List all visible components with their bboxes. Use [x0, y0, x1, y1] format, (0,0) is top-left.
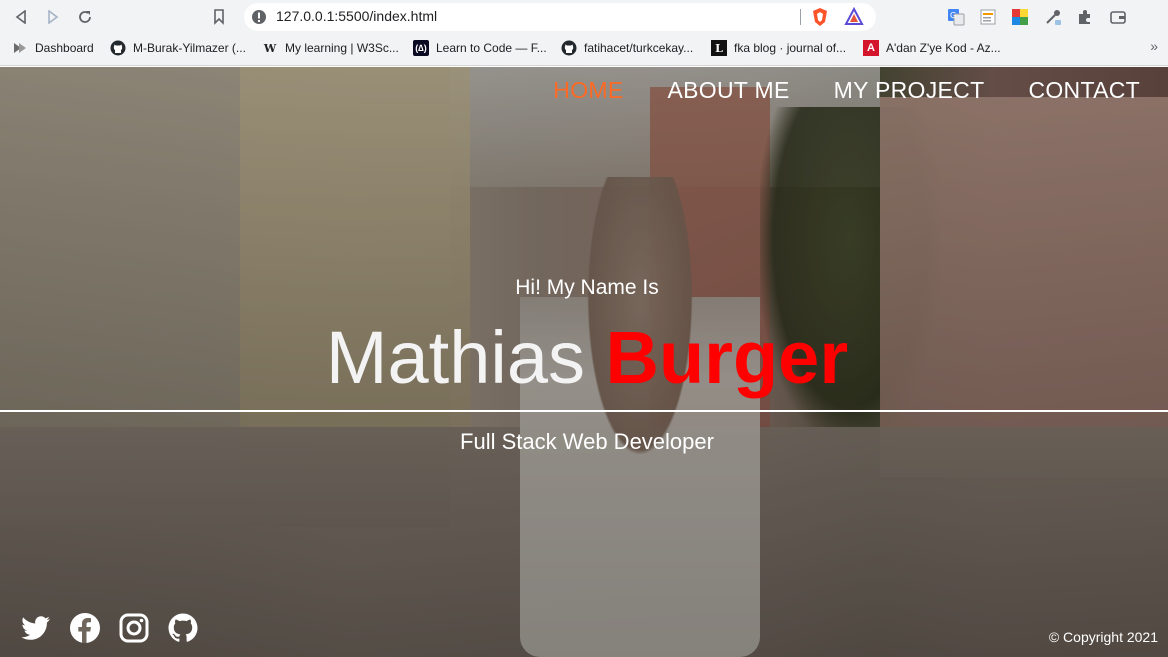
svg-text:G: G: [950, 11, 956, 20]
github-icon: [110, 40, 126, 56]
bookmark-dashboard[interactable]: Dashboard: [12, 39, 94, 57]
github-icon: [561, 40, 577, 56]
bookmark-label: M-Burak-Yilmazer (...: [133, 41, 246, 55]
github-icon[interactable]: [167, 612, 199, 644]
bookmark-m-burak-yilmazer[interactable]: M-Burak-Yilmazer (...: [110, 39, 246, 57]
extensions-button[interactable]: [1075, 7, 1095, 27]
bookmark-label: Dashboard: [35, 41, 94, 55]
forward-icon: [48, 10, 59, 24]
browser-chrome: 127.0.0.1:5500/index.html G Dashboard M-…: [0, 0, 1168, 66]
w3schools-icon: W: [263, 41, 277, 55]
hero-name: Mathias Burger: [0, 315, 1168, 400]
facebook-icon[interactable]: [69, 612, 101, 644]
hero-section: HOME ABOUT ME MY PROJECT CONTACT Hi! My …: [0, 67, 1168, 657]
translate-icon: G: [948, 9, 965, 26]
puzzle-icon: [1079, 10, 1090, 24]
address-divider: [800, 9, 801, 25]
bookmark-label: fka blog · journal of...: [734, 41, 847, 55]
bookmark-fka-blog[interactable]: L fka blog · journal of...: [711, 39, 846, 57]
freecodecamp-icon: (∆): [413, 40, 429, 56]
hero-role: Full Stack Web Developer: [460, 429, 714, 454]
bookmark-freecodecamp[interactable]: (∆) Learn to Code — F...: [413, 39, 547, 57]
bookmark-label: A'dan Z'ye Kod - Az...: [886, 41, 1001, 55]
bookmark-label: Learn to Code — F...: [436, 41, 547, 55]
address-bar[interactable]: 127.0.0.1:5500/index.html: [244, 3, 876, 31]
brave-shield-icon[interactable]: [810, 7, 830, 27]
nav-home-link[interactable]: HOME: [553, 77, 623, 104]
reload-button[interactable]: [73, 5, 97, 29]
bookmark-page-button[interactable]: [207, 5, 231, 29]
wallet-button[interactable]: [1108, 7, 1128, 27]
reader-icon: [980, 9, 996, 25]
eyedropper-icon: [1046, 10, 1061, 25]
bookmark-icon: [214, 9, 224, 25]
fka-blog-icon: L: [711, 40, 727, 56]
bookmarks-bar: Dashboard M-Burak-Yilmazer (... W My lea…: [0, 34, 1168, 62]
bookmark-label: My learning | W3Sc...: [285, 41, 399, 55]
site-info-icon[interactable]: [251, 9, 267, 25]
bookmark-w3schools[interactable]: W My learning | W3Sc...: [262, 39, 399, 57]
hero-first-name: Mathias: [325, 316, 585, 399]
main-nav: HOME ABOUT ME MY PROJECT CONTACT: [553, 77, 1140, 104]
browser-toolbar: 127.0.0.1:5500/index.html G: [0, 0, 1168, 34]
color-picker-icon: [1012, 9, 1028, 25]
hero-last-name: Burger: [605, 316, 849, 399]
bookmark-turkcekaynaklar[interactable]: fatihacet/turkcekay...: [561, 39, 693, 57]
dashboard-icon: [12, 40, 28, 56]
forward-button[interactable]: [41, 5, 65, 29]
reload-icon: [79, 11, 91, 23]
copyright-text: © Copyright 2021: [1048, 629, 1158, 645]
address-url[interactable]: 127.0.0.1:5500/index.html: [276, 8, 437, 24]
brave-rewards-icon[interactable]: [844, 7, 864, 27]
social-links: [20, 612, 199, 644]
back-button[interactable]: [9, 5, 33, 29]
translate-extension-button[interactable]: G: [946, 7, 966, 27]
adan-zye-kod-icon: A: [863, 40, 879, 56]
eyedropper-extension-button[interactable]: [1043, 7, 1063, 27]
instagram-icon[interactable]: [118, 612, 150, 644]
wallet-icon: [1110, 11, 1126, 24]
reader-extension-button[interactable]: [978, 7, 998, 27]
twitter-icon[interactable]: [20, 612, 52, 644]
nav-about-link[interactable]: ABOUT ME: [668, 77, 790, 104]
nav-contact-link[interactable]: CONTACT: [1028, 77, 1140, 104]
hero-greeting: Hi! My Name Is: [515, 276, 659, 299]
nav-project-link[interactable]: MY PROJECT: [834, 77, 985, 104]
hero-divider: [0, 410, 1168, 412]
back-icon: [15, 10, 26, 24]
colorful-extension-button[interactable]: [1010, 7, 1030, 27]
more-bookmarks-button[interactable]: »: [1150, 38, 1158, 54]
bookmark-label: fatihacet/turkcekay...: [584, 41, 694, 55]
bookmark-adan-zye-kod[interactable]: A A'dan Z'ye Kod - Az...: [863, 39, 1001, 57]
